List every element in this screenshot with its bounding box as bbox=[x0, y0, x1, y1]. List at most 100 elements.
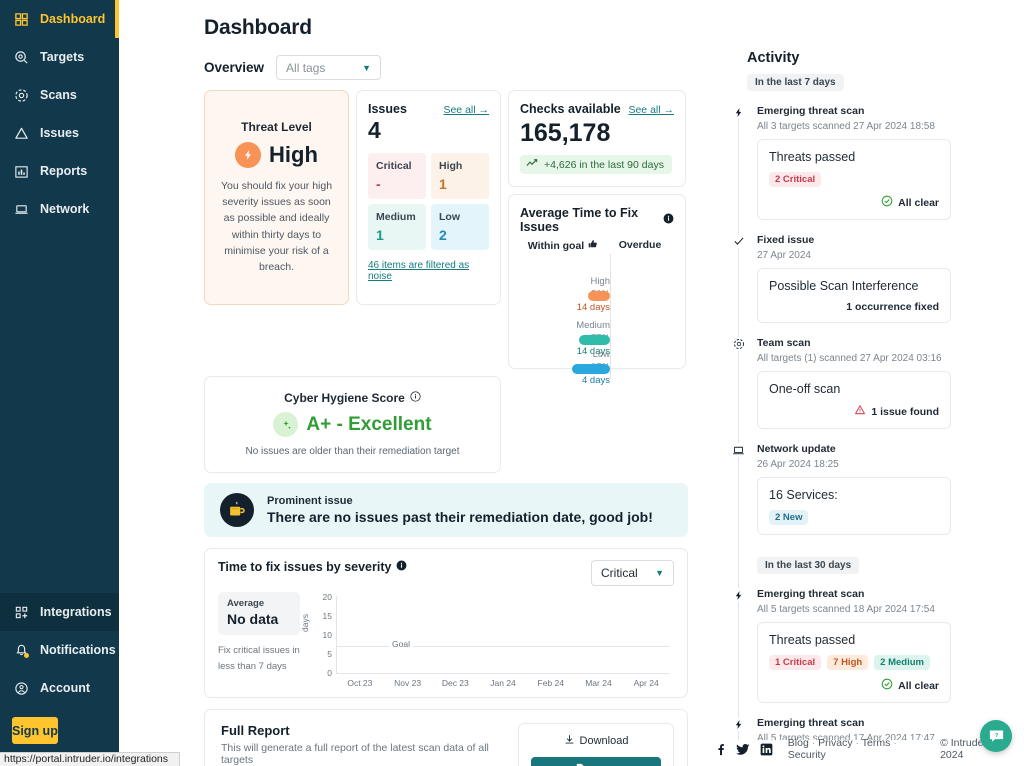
average-time-to-fix-columns: Within goal Overdue bbox=[520, 239, 674, 252]
activity-entry-card[interactable]: 16 Services: 2 New bbox=[757, 477, 951, 535]
severity-tile-critical[interactable]: Critical - bbox=[368, 153, 426, 200]
severity-tile-high[interactable]: High 1 bbox=[431, 153, 489, 200]
activity-entry[interactable]: Team scan All targets (1) scanned 27 Apr… bbox=[732, 337, 951, 429]
activity-period-30days: In the last 30 days bbox=[757, 557, 860, 574]
sign-up-button[interactable]: Sign up bbox=[12, 717, 58, 744]
activity-timeline: Emerging threat scan All 3 targets scann… bbox=[732, 105, 951, 740]
activity-entry-card[interactable]: One-off scan 1 issue found bbox=[757, 371, 951, 429]
info-icon[interactable] bbox=[396, 560, 407, 574]
activity-entry-kind: Network update bbox=[757, 443, 836, 455]
activity-entry-card[interactable]: Threats passed 1 Critical 7 High 2 Mediu… bbox=[757, 622, 951, 703]
issues-total-count: 4 bbox=[368, 117, 381, 143]
severity-tile-medium[interactable]: Medium 1 bbox=[368, 204, 426, 251]
page-title: Dashboard bbox=[204, 16, 312, 39]
chart-average-panel: Average No data Fix critical issues in l… bbox=[218, 592, 300, 692]
activity-entry[interactable]: Emerging threat scan All 3 targets scann… bbox=[732, 105, 951, 220]
within-goal-label: Within goal bbox=[527, 239, 585, 252]
check-circle-icon bbox=[881, 195, 893, 210]
activity-card-title: Threats passed bbox=[769, 150, 856, 164]
svg-text:?: ? bbox=[994, 733, 998, 739]
activity-entry[interactable]: Network update 26 Apr 2024 18:25 16 Serv… bbox=[732, 443, 951, 535]
grid-plus-icon bbox=[13, 604, 29, 620]
footer-link-privacy[interactable]: Privacy bbox=[818, 737, 852, 749]
main-content: Dashboard Overview All tags ▼ Threat Lev… bbox=[119, 0, 714, 766]
tags-filter-select[interactable]: All tags ▼ bbox=[276, 55, 382, 80]
warning-icon bbox=[854, 404, 866, 419]
checks-see-all-link[interactable]: See all → bbox=[628, 104, 674, 116]
chart-title-label: Time to fix issues by severity bbox=[218, 560, 392, 574]
activity-entry-card[interactable]: Possible Scan Interference 1 occurrence … bbox=[757, 268, 951, 323]
chart-x-tick: Apr 24 bbox=[633, 678, 659, 688]
sidebar-item-reports[interactable]: Reports bbox=[0, 152, 119, 190]
severity-value: 1 bbox=[439, 176, 447, 193]
average-time-to-fix-label: Average Time to Fix Issues bbox=[520, 206, 639, 234]
sidebar-item-integrations[interactable]: Integrations bbox=[0, 593, 119, 631]
activity-card-badges: 1 Critical 7 High 2 Medium bbox=[769, 655, 939, 670]
check-icon bbox=[732, 234, 745, 248]
activity-card-status: All clear bbox=[769, 678, 939, 693]
overview-toolbar: Overview All tags ▼ bbox=[204, 55, 714, 80]
activity-entry[interactable]: Emerging threat scan All 5 targets scann… bbox=[732, 588, 951, 703]
prominent-issue-text-block: Prominent issue There are no issues past… bbox=[267, 495, 653, 525]
checks-delta-badge: +4,626 in the last 90 days bbox=[520, 155, 672, 174]
time-to-fix-chart-card: Time to fix issues by severity Critical … bbox=[204, 548, 688, 698]
sidebar-item-scans[interactable]: Scans bbox=[0, 76, 119, 114]
activity-entry-kind: Fixed issue bbox=[757, 234, 815, 246]
download-pdf-button[interactable]: PDF PDF bbox=[531, 757, 661, 766]
footer-link-blog[interactable]: Blog bbox=[788, 737, 809, 749]
issues-severity-grid: Critical - High 1 Medium 1 Low 2 bbox=[368, 153, 489, 251]
sidebar-item-targets[interactable]: Targets bbox=[0, 38, 119, 76]
footer-links: Blog · Privacy · Terms · Security bbox=[787, 737, 897, 761]
download-text: Download bbox=[579, 735, 629, 747]
chart-goal-label: Goal bbox=[389, 639, 413, 649]
noise-filter-link[interactable]: 46 items are filtered as noise bbox=[368, 260, 489, 282]
target-icon bbox=[13, 49, 29, 65]
activity-status-label: 1 issue found bbox=[871, 405, 939, 418]
laptop-icon bbox=[732, 443, 745, 457]
sidebar-item-label: Notifications bbox=[40, 643, 116, 657]
info-icon[interactable] bbox=[410, 391, 421, 405]
within-goal-column-header: Within goal bbox=[520, 239, 606, 252]
threat-column: Threat Level High You should fix your hi… bbox=[204, 90, 349, 369]
fix-row-days: 14 days bbox=[576, 301, 610, 313]
pdf-file-icon: PDF bbox=[574, 763, 587, 766]
sidebar-item-label: Account bbox=[40, 681, 90, 695]
checks-card-header: Checks available See all → bbox=[520, 102, 674, 116]
sidebar-item-network[interactable]: Network bbox=[0, 190, 119, 228]
linkedin-icon[interactable] bbox=[759, 742, 772, 756]
full-report-card: Full Report This will generate a full re… bbox=[204, 709, 688, 766]
severity-tile-low[interactable]: Low 2 bbox=[431, 204, 489, 251]
sidebar-item-dashboard[interactable]: Dashboard bbox=[0, 0, 119, 38]
twitter-icon[interactable] bbox=[736, 742, 750, 756]
activity-card-title: 16 Services: bbox=[769, 488, 838, 502]
check-circle-icon bbox=[881, 678, 893, 693]
scan-icon bbox=[13, 87, 29, 103]
badge-high: 7 High bbox=[827, 655, 869, 670]
chart-x-tick: Jan 24 bbox=[490, 678, 516, 688]
user-circle-icon bbox=[13, 680, 29, 696]
chart-x-tick: Mar 24 bbox=[585, 678, 612, 688]
footer-link-security[interactable]: Security bbox=[788, 749, 826, 761]
activity-entry-card[interactable]: Threats passed 2 Critical All clear bbox=[757, 139, 951, 220]
chart-plot: days 20 15 10 5 0 Goal Oct 23 Nov 23 Dec… bbox=[300, 592, 674, 692]
facebook-icon[interactable] bbox=[714, 742, 727, 756]
activity-entry-meta: All 5 targets scanned 18 Apr 2024 17:54 bbox=[757, 604, 935, 615]
threat-level-value: High bbox=[269, 141, 318, 167]
badge-new: 2 New bbox=[769, 510, 809, 525]
footer-link-terms[interactable]: Terms bbox=[862, 737, 891, 749]
help-chat-button[interactable]: ? bbox=[980, 720, 1012, 752]
issues-see-all-link[interactable]: See all → bbox=[443, 104, 489, 116]
laptop-icon bbox=[13, 201, 29, 217]
sidebar-item-issues[interactable]: Issues bbox=[0, 114, 119, 152]
full-report-title: Full Report bbox=[221, 723, 290, 738]
severity-filter-select[interactable]: Critical ▼ bbox=[591, 560, 674, 586]
issues-card: Issues See all → 4 Critical - High 1 Med… bbox=[356, 90, 501, 305]
info-icon[interactable] bbox=[663, 213, 674, 227]
lightning-icon bbox=[732, 717, 745, 731]
cyber-hygiene-title: Cyber Hygiene Score bbox=[284, 391, 421, 405]
lightning-icon bbox=[732, 588, 745, 602]
sidebar-item-account[interactable]: Account bbox=[0, 669, 119, 707]
activity-card-title: Threats passed bbox=[769, 633, 856, 647]
activity-entry[interactable]: Fixed issue 27 Apr 2024 Possible Scan In… bbox=[732, 234, 951, 323]
sidebar-item-notifications[interactable]: Notifications bbox=[0, 631, 119, 669]
